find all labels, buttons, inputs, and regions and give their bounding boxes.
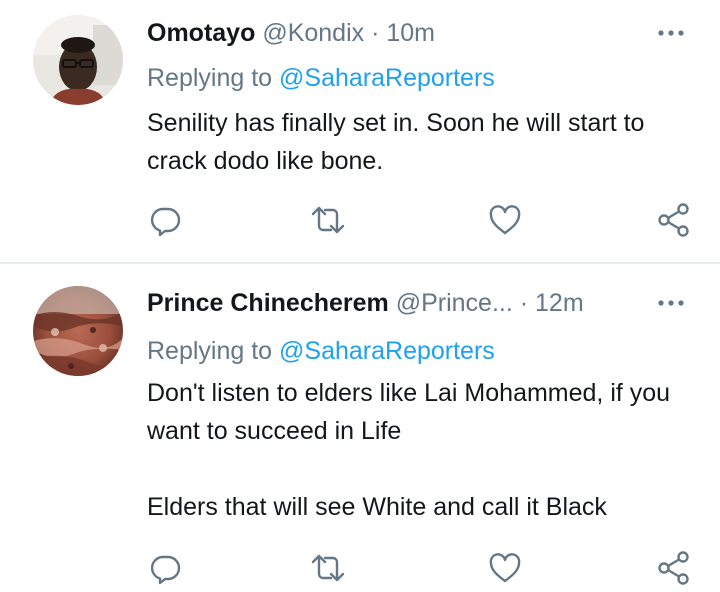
separator: · — [371, 19, 380, 47]
action-bar — [147, 202, 692, 238]
timestamp[interactable]: 10m — [386, 19, 435, 47]
tweet-paragraph: Elders that will see White and call it B… — [147, 493, 607, 521]
replying-to: Replying to @SaharaReporters — [147, 63, 495, 93]
separator: · — [519, 289, 529, 317]
action-bar — [147, 550, 692, 586]
tweet-paragraph: Senility has finally set in. Soon he wil… — [147, 109, 645, 175]
tweet-paragraph: Don't listen to elders like Lai Mohammed… — [147, 379, 671, 445]
replying-to: Replying to @SaharaReporters — [147, 336, 495, 366]
avatar[interactable] — [33, 15, 123, 105]
replying-to-mention[interactable]: @SaharaReporters — [279, 337, 495, 365]
reply-icon[interactable] — [147, 202, 183, 238]
replying-to-label: Replying to — [147, 337, 273, 365]
tweet-header: Prince Chinecherem @Prince... · 12m — [147, 288, 620, 318]
tweet[interactable]: Omotayo @Kondix · 10m Replying to @Sahar… — [0, 0, 720, 262]
tweet-header: Omotayo @Kondix · 10m — [147, 18, 620, 48]
retweet-icon[interactable] — [310, 202, 346, 238]
reply-icon[interactable] — [147, 550, 183, 586]
more-dots-icon[interactable] — [656, 288, 686, 318]
more-dots-icon[interactable] — [656, 18, 686, 48]
like-icon[interactable] — [487, 550, 523, 586]
retweet-icon[interactable] — [310, 550, 346, 586]
tweet-text: Senility has finally set in. Soon he wil… — [147, 104, 692, 180]
user-handle[interactable]: @Kondix — [262, 19, 364, 47]
timestamp[interactable]: 12m — [535, 289, 584, 317]
replying-to-label: Replying to — [147, 64, 273, 92]
like-icon[interactable] — [487, 202, 523, 238]
display-name[interactable]: Omotayo — [147, 19, 255, 47]
share-icon[interactable] — [656, 550, 692, 586]
tweet-text: Don't listen to elders like Lai Mohammed… — [147, 374, 692, 526]
replying-to-mention[interactable]: @SaharaReporters — [279, 64, 495, 92]
display-name[interactable]: Prince Chinecherem — [147, 289, 389, 317]
share-icon[interactable] — [656, 202, 692, 238]
avatar[interactable] — [33, 286, 123, 376]
user-handle[interactable]: @Prince... — [396, 289, 513, 317]
tweet[interactable]: Prince Chinecherem @Prince... · 12m Repl… — [0, 264, 720, 592]
